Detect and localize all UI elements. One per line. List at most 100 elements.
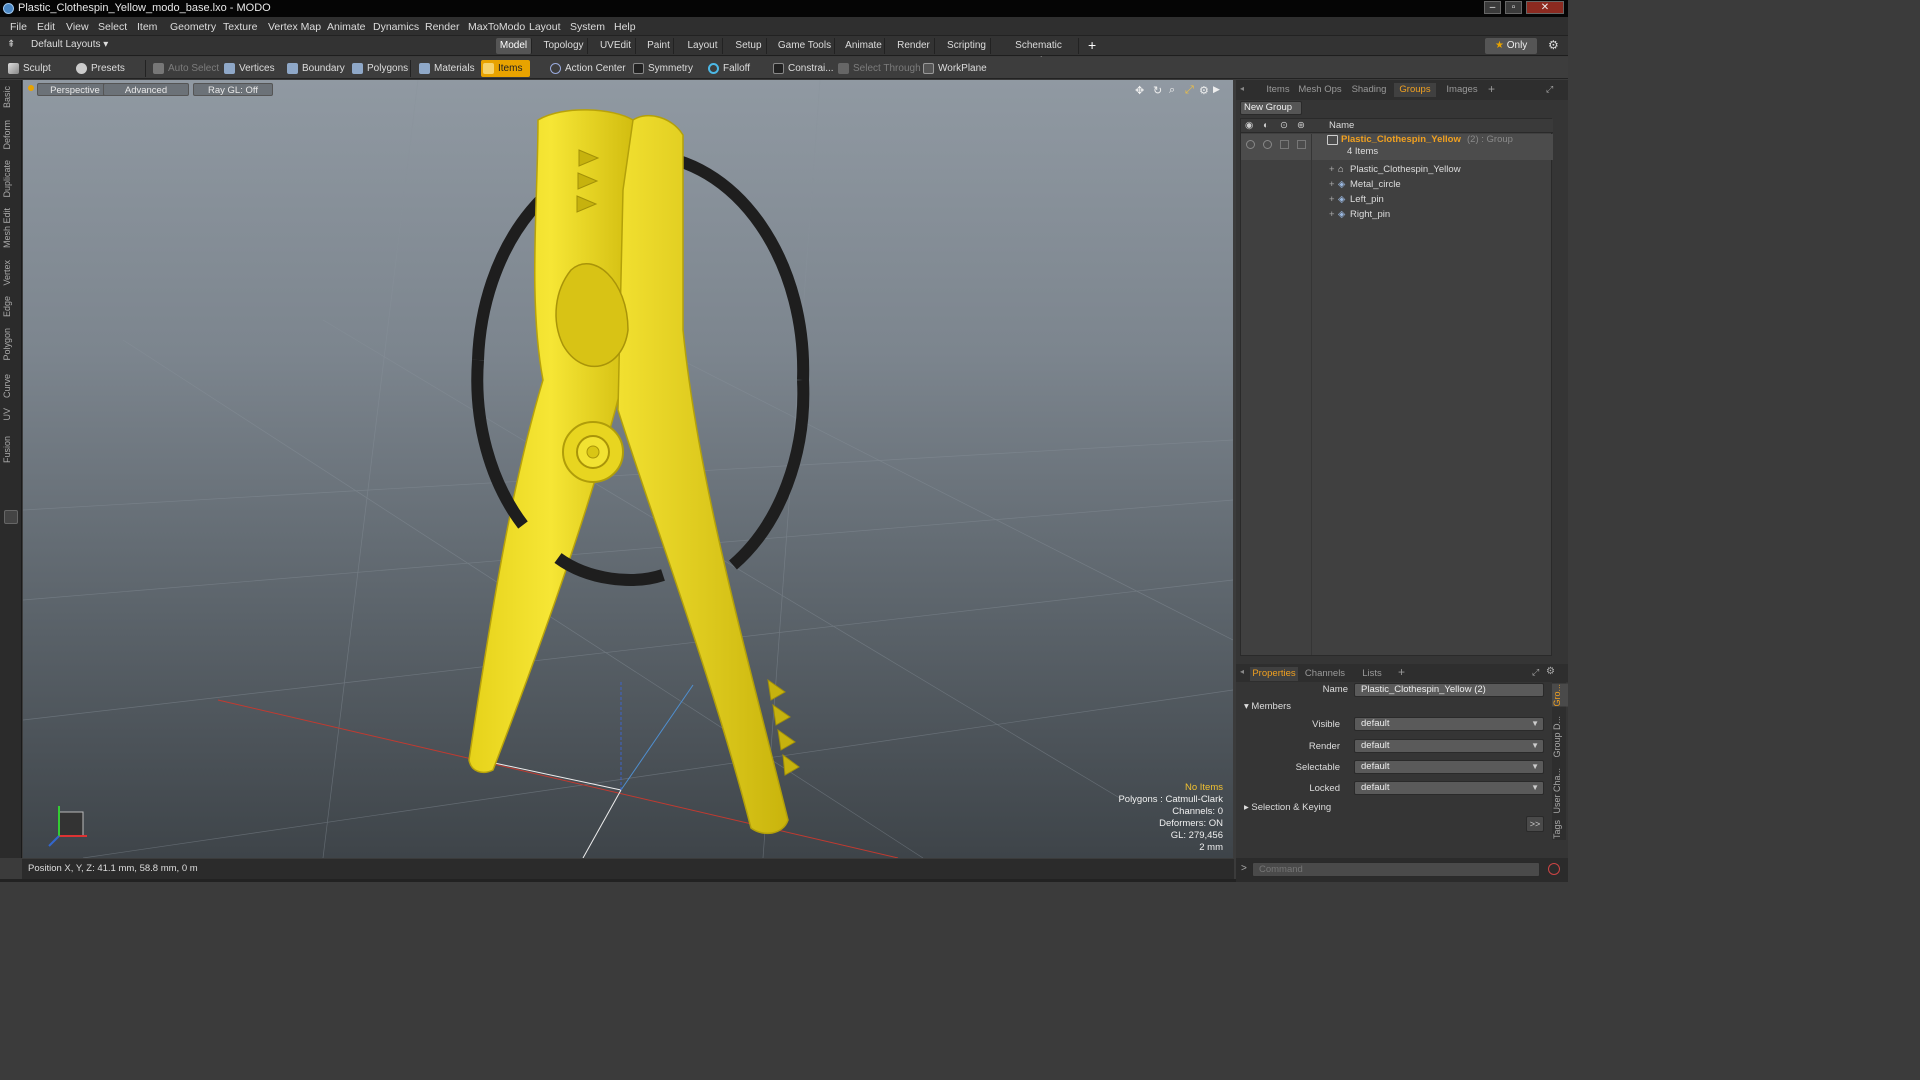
- select-column-icon[interactable]: ⊛: [1297, 120, 1305, 131]
- add-tab-icon[interactable]: +: [1088, 37, 1096, 53]
- boundary-mode-button[interactable]: Boundary: [285, 60, 345, 77]
- tab-polygon[interactable]: Polygon: [2, 328, 18, 361]
- list-item[interactable]: + ◈ Right_pin: [1241, 208, 1553, 222]
- only-toggle-button[interactable]: ★ Only: [1485, 38, 1537, 54]
- menu-vertex-map[interactable]: Vertex Map: [268, 21, 321, 33]
- render-dropdown[interactable]: default ▼: [1354, 739, 1544, 753]
- panel-expand-icon[interactable]: ⤢: [1546, 84, 1553, 95]
- locked-dropdown[interactable]: default ▼: [1354, 781, 1544, 795]
- properties-menu-icon[interactable]: ◂: [1240, 667, 1244, 676]
- presets-button[interactable]: Presets: [74, 60, 125, 77]
- tab-shading[interactable]: Shading: [1348, 83, 1390, 97]
- expand-icon[interactable]: +: [1329, 194, 1335, 205]
- menu-select[interactable]: Select: [98, 21, 127, 33]
- tab-fusion[interactable]: Fusion: [2, 436, 18, 463]
- selectable-dropdown[interactable]: default ▼: [1354, 760, 1544, 774]
- group-row[interactable]: Plastic_Clothespin_Yellow (2) : Group 4 …: [1241, 134, 1553, 160]
- menu-item[interactable]: Item: [137, 21, 157, 33]
- settings-gear-icon[interactable]: ⚙: [1548, 38, 1559, 52]
- tab-layout[interactable]: Layout: [683, 38, 723, 54]
- tab-game-tools[interactable]: Game Tools: [775, 38, 835, 54]
- new-group-button[interactable]: New Group: [1240, 101, 1302, 115]
- tab-setup[interactable]: Setup: [731, 38, 767, 54]
- menu-layout[interactable]: Layout: [529, 21, 561, 33]
- properties-gear-icon[interactable]: ⚙: [1546, 666, 1555, 677]
- shading-mode-button[interactable]: Advanced: [103, 83, 189, 96]
- add-property-tab-icon[interactable]: +: [1398, 665, 1405, 679]
- minimize-icon[interactable]: –: [1484, 1, 1501, 14]
- list-item[interactable]: + ◈ Metal_circle: [1241, 178, 1553, 192]
- viewport-settings-icon[interactable]: ⚙: [1199, 84, 1209, 97]
- tab-mesh-ops[interactable]: Mesh Ops: [1298, 83, 1342, 97]
- expand-icon[interactable]: +: [1329, 164, 1335, 175]
- forward-button[interactable]: >>: [1526, 816, 1544, 832]
- maximize-icon[interactable]: ▫: [1505, 1, 1522, 14]
- close-icon[interactable]: ✕: [1526, 1, 1564, 14]
- tab-items[interactable]: Items: [1256, 83, 1300, 97]
- select-through-button[interactable]: Select Through: [836, 60, 921, 77]
- items-mode-button[interactable]: Items: [481, 60, 531, 77]
- add-panel-tab-icon[interactable]: +: [1488, 82, 1495, 96]
- side-tab-tags[interactable]: Tags: [1552, 820, 1568, 839]
- side-tab-user-channels[interactable]: User Cha...: [1552, 768, 1568, 814]
- list-item[interactable]: + ⌂ Plastic_Clothespin_Yellow: [1241, 163, 1553, 177]
- polygons-mode-button[interactable]: Polygons: [350, 60, 408, 77]
- 3d-viewport[interactable]: Perspective Advanced Ray GL: Off ✥ ↻ ⌕ ⤢…: [23, 80, 1233, 858]
- action-center-button[interactable]: Action Center: [548, 60, 626, 77]
- tab-lists[interactable]: Lists: [1352, 667, 1392, 681]
- menu-system[interactable]: System: [570, 21, 605, 33]
- tab-animate[interactable]: Animate: [843, 38, 885, 54]
- menu-dynamics[interactable]: Dynamics: [373, 21, 419, 33]
- group-select-toggle[interactable]: [1297, 140, 1306, 149]
- menu-view[interactable]: View: [66, 21, 89, 33]
- menu-maxtomodo[interactable]: MaxToModo: [468, 21, 525, 33]
- constraints-button[interactable]: Constrai...: [771, 60, 834, 77]
- side-tab-group[interactable]: Gro...: [1552, 684, 1568, 707]
- panel-menu-icon[interactable]: ◂: [1240, 84, 1244, 93]
- group-render-toggle[interactable]: [1263, 140, 1272, 149]
- falloff-button[interactable]: Falloff: [706, 60, 750, 77]
- materials-mode-button[interactable]: Materials: [417, 60, 475, 77]
- layout-selector[interactable]: Default Layouts ▾: [31, 39, 108, 50]
- visible-dropdown[interactable]: default ▼: [1354, 717, 1544, 731]
- eye-column-icon[interactable]: ◉: [1245, 120, 1253, 131]
- tab-schematic-fusion[interactable]: Schematic Fusion: [999, 38, 1079, 67]
- vertices-mode-button[interactable]: Vertices: [222, 60, 275, 77]
- lock-column-icon[interactable]: ⊙: [1280, 120, 1288, 131]
- command-record-icon[interactable]: [1548, 863, 1560, 875]
- side-tab-group-display[interactable]: Group D...: [1552, 716, 1568, 758]
- tab-groups[interactable]: Groups: [1394, 83, 1436, 97]
- viewport-menu-icon[interactable]: [28, 85, 34, 91]
- tab-channels[interactable]: Channels: [1302, 667, 1348, 681]
- raygl-button[interactable]: Ray GL: Off: [193, 83, 273, 96]
- list-item[interactable]: + ◈ Left_pin: [1241, 193, 1553, 207]
- tab-render[interactable]: Render: [893, 38, 935, 54]
- tab-basic[interactable]: Basic: [2, 86, 18, 108]
- selection-keying-section[interactable]: ▸ Selection & Keying: [1244, 802, 1331, 813]
- expand-icon[interactable]: +: [1329, 179, 1335, 190]
- tab-curve[interactable]: Curve: [2, 374, 18, 398]
- menu-texture[interactable]: Texture: [223, 21, 257, 33]
- group-visibility-toggle[interactable]: [1246, 140, 1255, 149]
- workplane-button[interactable]: WorkPlane: [921, 60, 987, 77]
- viewport-expand-icon[interactable]: ▶: [1213, 84, 1220, 95]
- tab-edge[interactable]: Edge: [2, 296, 18, 317]
- symmetry-button[interactable]: Symmetry: [631, 60, 693, 77]
- properties-expand-icon[interactable]: ⤢: [1532, 667, 1539, 678]
- tab-duplicate[interactable]: Duplicate: [2, 160, 18, 198]
- members-section[interactable]: ▾ Members: [1244, 701, 1291, 712]
- menu-file[interactable]: File: [10, 21, 27, 33]
- tab-model[interactable]: Model: [496, 38, 532, 54]
- rotate-icon[interactable]: ↻: [1153, 84, 1162, 97]
- auto-select-button[interactable]: Auto Select: [151, 60, 219, 77]
- maximize-viewport-icon[interactable]: ⤢: [1185, 84, 1194, 97]
- name-field[interactable]: Plastic_Clothespin_Yellow (2): [1354, 683, 1544, 697]
- tab-deform[interactable]: Deform: [2, 120, 18, 150]
- menu-animate[interactable]: Animate: [327, 21, 366, 33]
- menu-help[interactable]: Help: [614, 21, 636, 33]
- layout-arrow-icon[interactable]: ⇞: [7, 39, 15, 50]
- tab-scripting[interactable]: Scripting: [943, 38, 991, 54]
- expand-palette-icon[interactable]: [4, 510, 18, 524]
- expand-icon[interactable]: +: [1329, 209, 1335, 220]
- tab-images[interactable]: Images: [1442, 83, 1482, 97]
